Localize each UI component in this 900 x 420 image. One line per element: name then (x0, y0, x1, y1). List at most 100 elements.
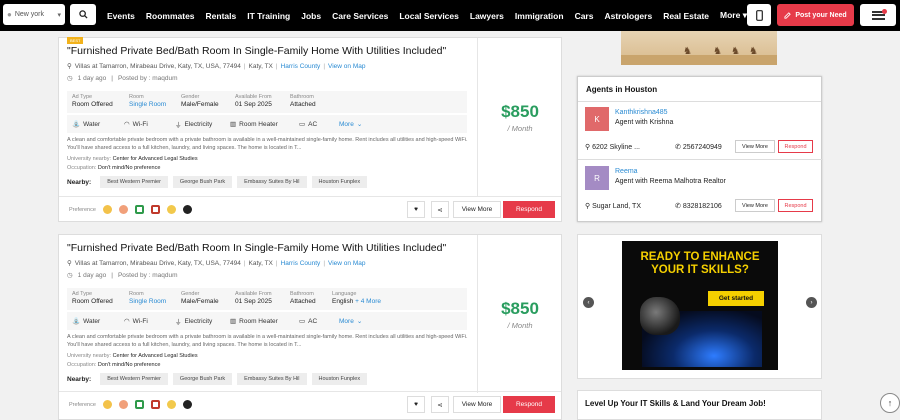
detail-label: Bathroom (290, 291, 314, 297)
more-languages-link[interactable]: + 4 More (355, 298, 381, 305)
view-on-map-link[interactable]: View on Map (328, 260, 365, 267)
agent-name[interactable]: Kanthkrishna485 (615, 109, 668, 116)
detail-value[interactable]: Single Room (129, 101, 176, 109)
respond-button[interactable]: Respond (503, 396, 555, 413)
veg-icon (134, 400, 144, 409)
nav-real-estate[interactable]: Real Estate (663, 11, 709, 21)
view-more-button[interactable]: View More (453, 396, 501, 413)
detail-value: 01 Sep 2025 (235, 101, 272, 108)
nearby-chip[interactable]: Embassy Suites By Hil (237, 373, 307, 385)
nearby-chip[interactable]: Embassy Suites By Hil (237, 176, 307, 188)
detail-value[interactable]: Single Room (129, 298, 176, 306)
listing-title[interactable]: "Furnished Private Bed/Bath Room In Sing… (67, 45, 446, 57)
view-on-map-link[interactable]: View on Map (328, 63, 365, 70)
preference-label: Preference (69, 401, 96, 408)
nearby-chip[interactable]: Houston Funplex (311, 176, 368, 188)
scroll-to-top-button[interactable]: ↑ (880, 393, 900, 413)
listing-address: ⚲ Villas at Tamarron, Mirabeau Drive, Ka… (67, 62, 365, 71)
heater-icon: ▥ (230, 121, 237, 128)
location-pin-icon: ⚲ (67, 260, 72, 267)
detail-value: Room Offered (72, 298, 113, 305)
get-started-button[interactable]: Get started (708, 291, 764, 306)
agent-respond-button[interactable]: Respond (778, 199, 813, 212)
no-smoking-icon (102, 205, 112, 214)
nav-roommates[interactable]: Roommates (146, 11, 195, 21)
agent-view-more-button[interactable]: View More (735, 199, 775, 212)
nav-it-training[interactable]: IT Training (247, 11, 290, 21)
favorite-button[interactable]: ♥ (407, 201, 425, 218)
agent-respond-button[interactable]: Respond (778, 140, 813, 153)
amenity-label: Water (83, 317, 101, 325)
nearby-chip[interactable]: George Bush Park (172, 373, 233, 385)
water-tap-icon: ⛲ (72, 121, 81, 128)
phone-icon: ✆ (675, 144, 681, 151)
nav-events[interactable]: Events (107, 11, 135, 21)
share-button[interactable]: ⋖ (431, 201, 449, 218)
listing-meta: ◷ 1 day ago | Posted by : maqdum (67, 271, 178, 280)
avatar[interactable]: R (585, 166, 609, 190)
amenity-wifi: ◠ Wi-Fi (119, 317, 170, 326)
nav-rentals[interactable]: Rentals (206, 11, 237, 21)
posted-by: Posted by : maqdum (117, 271, 178, 279)
it-skills-ad[interactable]: READY TO ENHANCE YOUR IT SKILLS? Get sta… (622, 241, 778, 370)
nav-lawyers[interactable]: Lawyers (470, 11, 504, 21)
listing-card[interactable]: BEST "Furnished Private Bed/Bath Room In… (58, 37, 562, 222)
preferences: Preference (69, 400, 192, 409)
language-value: English (332, 298, 354, 305)
top-navbar: ● New york ▾ Events Roommates Rentals IT… (0, 0, 900, 31)
nav-astrologers[interactable]: Astrologers (604, 11, 652, 21)
amenity-label: Electricity (184, 317, 213, 325)
nav-local-services[interactable]: Local Services (399, 11, 459, 21)
phone-button[interactable] (747, 4, 771, 26)
nav-jobs[interactable]: Jobs (301, 11, 321, 21)
search-button[interactable] (70, 4, 96, 25)
nav-immigration[interactable]: Immigration (515, 11, 564, 21)
amenity-label: Water (83, 120, 101, 128)
agent-phone[interactable]: ✆ 8328182106 (675, 202, 722, 210)
agent-phone[interactable]: ✆ 2567240949 (675, 143, 722, 151)
nav-care-services[interactable]: Care Services (332, 11, 388, 21)
carousel-prev-arrow[interactable]: ‹ (583, 297, 594, 308)
agent-view-more-button[interactable]: View More (735, 140, 775, 153)
nav-more[interactable]: More ▾ (720, 10, 747, 21)
share-button[interactable]: ⋖ (431, 396, 449, 413)
post-your-need-button[interactable]: Post your Need (777, 4, 854, 26)
chevron-down-icon: ⌄ (356, 121, 363, 128)
respond-button[interactable]: Respond (503, 201, 555, 218)
non-veg-icon (150, 400, 160, 409)
detail-available-from: Available From 01 Sep 2025 (230, 91, 285, 113)
listing-title[interactable]: "Furnished Private Bed/Bath Room In Sing… (67, 242, 446, 254)
agent-location: ⚲ Sugar Land, TX (585, 202, 641, 210)
desert-banner-image[interactable]: ♞ ♞ ♞ ♞ (621, 31, 777, 65)
detail-room: Room Single Room (124, 91, 176, 113)
divider (578, 101, 821, 102)
amenity-label: Wi-Fi (132, 317, 148, 325)
view-more-button[interactable]: View More (453, 201, 501, 218)
university-value: Center for Advanced Legal Studies (112, 156, 198, 162)
more-amenities-link[interactable]: More ⌄ (334, 317, 362, 326)
hamburger-menu-button[interactable] (860, 4, 896, 26)
nearby-chip[interactable]: George Bush Park (172, 176, 233, 188)
detail-label: Gender (181, 94, 200, 100)
carousel-next-arrow[interactable]: › (806, 297, 817, 308)
detail-language: Language English + 4 More (327, 288, 397, 310)
chevron-left-icon: ‹ (587, 299, 590, 306)
favorite-button[interactable]: ♥ (407, 396, 425, 413)
heater-icon: ▥ (230, 318, 237, 325)
it-skills-panel: Level Up Your IT Skills & Land Your Drea… (577, 390, 822, 420)
listing-card[interactable]: "Furnished Private Bed/Bath Room In Sing… (58, 234, 562, 420)
amenity-ac: ▭ AC (294, 120, 334, 129)
county-link[interactable]: Harris County (281, 260, 321, 267)
city-select[interactable]: ● New york ▾ (3, 4, 65, 25)
county-link[interactable]: Harris County (281, 63, 321, 70)
avatar[interactable]: K (585, 107, 609, 131)
detail-value: Attached (290, 298, 316, 305)
agents-title: Agents in Houston (586, 85, 658, 94)
nav-cars[interactable]: Cars (575, 11, 594, 21)
nearby-chip[interactable]: Houston Funplex (311, 373, 368, 385)
more-amenities-link[interactable]: More ⌄ (334, 120, 363, 129)
agent-name[interactable]: Reema (615, 168, 638, 175)
nearby-chip[interactable]: Best Western Premier (100, 373, 168, 385)
separator: | (243, 259, 246, 267)
nearby-chip[interactable]: Best Western Premier (100, 176, 168, 188)
